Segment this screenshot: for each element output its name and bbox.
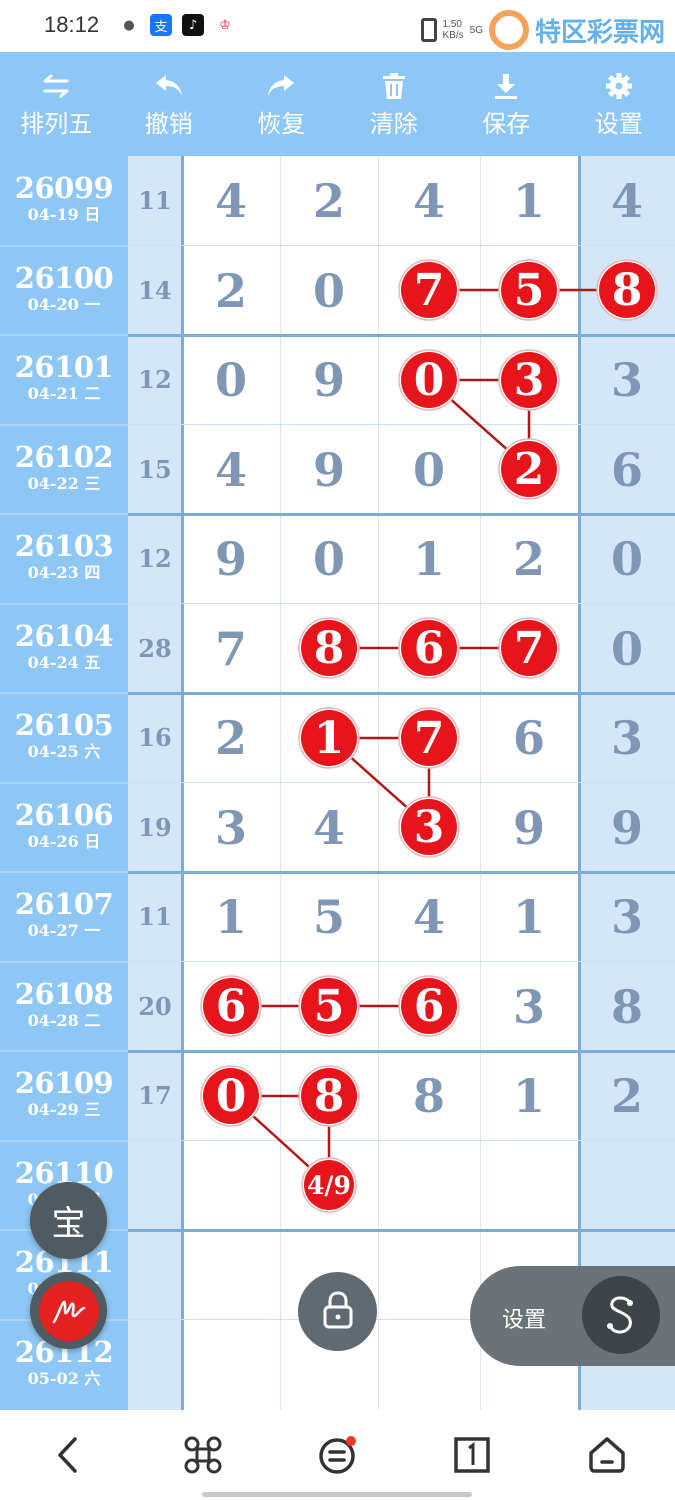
tiktok-icon: ♪ xyxy=(182,14,204,36)
toolbar-label: 保存 xyxy=(482,109,531,138)
marker-digit: 7 xyxy=(414,713,445,764)
redo-button[interactable]: 恢复 xyxy=(225,52,338,156)
watermark-logo-icon xyxy=(488,10,529,50)
undo-arrow-icon xyxy=(154,70,184,102)
notification-icons: ● 支 ♪ ♔ xyxy=(118,14,236,36)
save-button[interactable]: 保存 xyxy=(450,52,563,156)
marker-digit: 8 xyxy=(314,623,345,674)
red-marker[interactable]: 5 xyxy=(498,259,560,321)
tabs-icon[interactable] xyxy=(447,1430,497,1480)
status-time: 18:12 xyxy=(44,12,100,37)
network-type: 5G xyxy=(469,24,483,36)
quick-settings-label: 设置 xyxy=(502,1308,547,1333)
settings-button[interactable]: 设置 xyxy=(563,52,675,156)
marker-digit: 0 xyxy=(414,355,445,406)
red-marker[interactable]: 3 xyxy=(498,349,560,411)
marker-digit: 7 xyxy=(514,623,545,674)
red-marker[interactable]: 5 xyxy=(298,975,360,1037)
red-marker[interactable]: 4/9 xyxy=(301,1157,357,1213)
toolbar-label: 排列五 xyxy=(20,109,93,138)
marker-digit: 8 xyxy=(314,1071,345,1122)
red-marker[interactable]: 2 xyxy=(498,438,560,500)
toolbar-label: 恢复 xyxy=(257,109,306,138)
toolbar-label: 设置 xyxy=(594,109,643,138)
toolbar-label: 清除 xyxy=(369,109,418,138)
back-icon[interactable] xyxy=(42,1430,92,1480)
alipay-icon: 支 xyxy=(150,14,172,36)
redo-arrow-icon xyxy=(266,70,296,102)
lock-icon xyxy=(321,1290,355,1334)
menu-icon[interactable] xyxy=(312,1430,362,1480)
app-notification-icon: ♔ xyxy=(214,14,236,36)
marker-digit: 1 xyxy=(314,713,345,764)
red-marker[interactable]: 3 xyxy=(398,796,460,858)
system-nav-bar xyxy=(0,1410,675,1500)
bao-label: 宝 xyxy=(51,1204,86,1244)
marker-digit: 3 xyxy=(414,802,445,853)
gesture-handle[interactable] xyxy=(202,1492,472,1497)
red-marker[interactable]: 0 xyxy=(398,349,460,411)
red-marker[interactable]: 8 xyxy=(596,259,658,321)
red-marker[interactable]: 6 xyxy=(200,975,262,1037)
marker-digit: 8 xyxy=(612,265,643,316)
red-marker[interactable]: 1 xyxy=(298,707,360,769)
network-speed: 1.50 KB/s xyxy=(442,19,464,41)
status-right: 1.50 KB/s 5G 特区彩票网 xyxy=(420,10,665,50)
gear-icon xyxy=(605,70,633,102)
marker-digit: 2 xyxy=(514,444,545,495)
marker-digit: 4/9 xyxy=(307,1171,351,1200)
vibrate-icon xyxy=(420,18,437,42)
marker-digit: 3 xyxy=(514,355,545,406)
marker-digit: 6 xyxy=(216,981,247,1032)
marker-digit: 5 xyxy=(514,265,545,316)
pen-floating-button[interactable] xyxy=(30,1272,107,1349)
red-marker[interactable]: 6 xyxy=(398,975,460,1037)
home-icon[interactable] xyxy=(582,1430,632,1480)
toolbar-label: 撤销 xyxy=(144,109,193,138)
marker-digit: 6 xyxy=(414,623,445,674)
red-marker[interactable]: 8 xyxy=(298,617,360,679)
marker-digit: 5 xyxy=(314,981,345,1032)
red-marker[interactable]: 7 xyxy=(398,259,460,321)
wechat-icon: ● xyxy=(118,14,140,36)
red-marker[interactable]: 7 xyxy=(498,617,560,679)
quick-settings-pill[interactable]: 设置 xyxy=(470,1266,675,1366)
swap-arrows-icon xyxy=(41,70,71,102)
signature-icon xyxy=(38,1280,99,1341)
bao-floating-button[interactable]: 宝 xyxy=(30,1182,107,1259)
marker-digit: 0 xyxy=(216,1071,247,1122)
marker-digit: 7 xyxy=(414,265,445,316)
status-bar: 18:12 ● 支 ♪ ♔ 1.50 KB/s 5G 特区彩票网 xyxy=(0,0,675,52)
trash-icon xyxy=(381,70,407,102)
red-marker[interactable]: 7 xyxy=(398,707,460,769)
toolbar: 排列五 撤销 恢复 清除 保存 设置 xyxy=(0,52,675,156)
marker-digit: 6 xyxy=(414,981,445,1032)
command-icon[interactable] xyxy=(178,1430,228,1480)
lock-button[interactable] xyxy=(298,1272,377,1351)
red-marker[interactable]: 6 xyxy=(398,617,460,679)
download-icon xyxy=(492,70,520,102)
red-marker[interactable]: 0 xyxy=(200,1065,262,1127)
undo-button[interactable]: 撤销 xyxy=(113,52,226,156)
red-marker[interactable]: 8 xyxy=(298,1065,360,1127)
lottery-type-button[interactable]: 排列五 xyxy=(0,52,113,156)
watermark-text: 特区彩票网 xyxy=(534,17,665,48)
clear-button[interactable]: 清除 xyxy=(338,52,451,156)
s-logo-icon[interactable] xyxy=(582,1276,660,1354)
